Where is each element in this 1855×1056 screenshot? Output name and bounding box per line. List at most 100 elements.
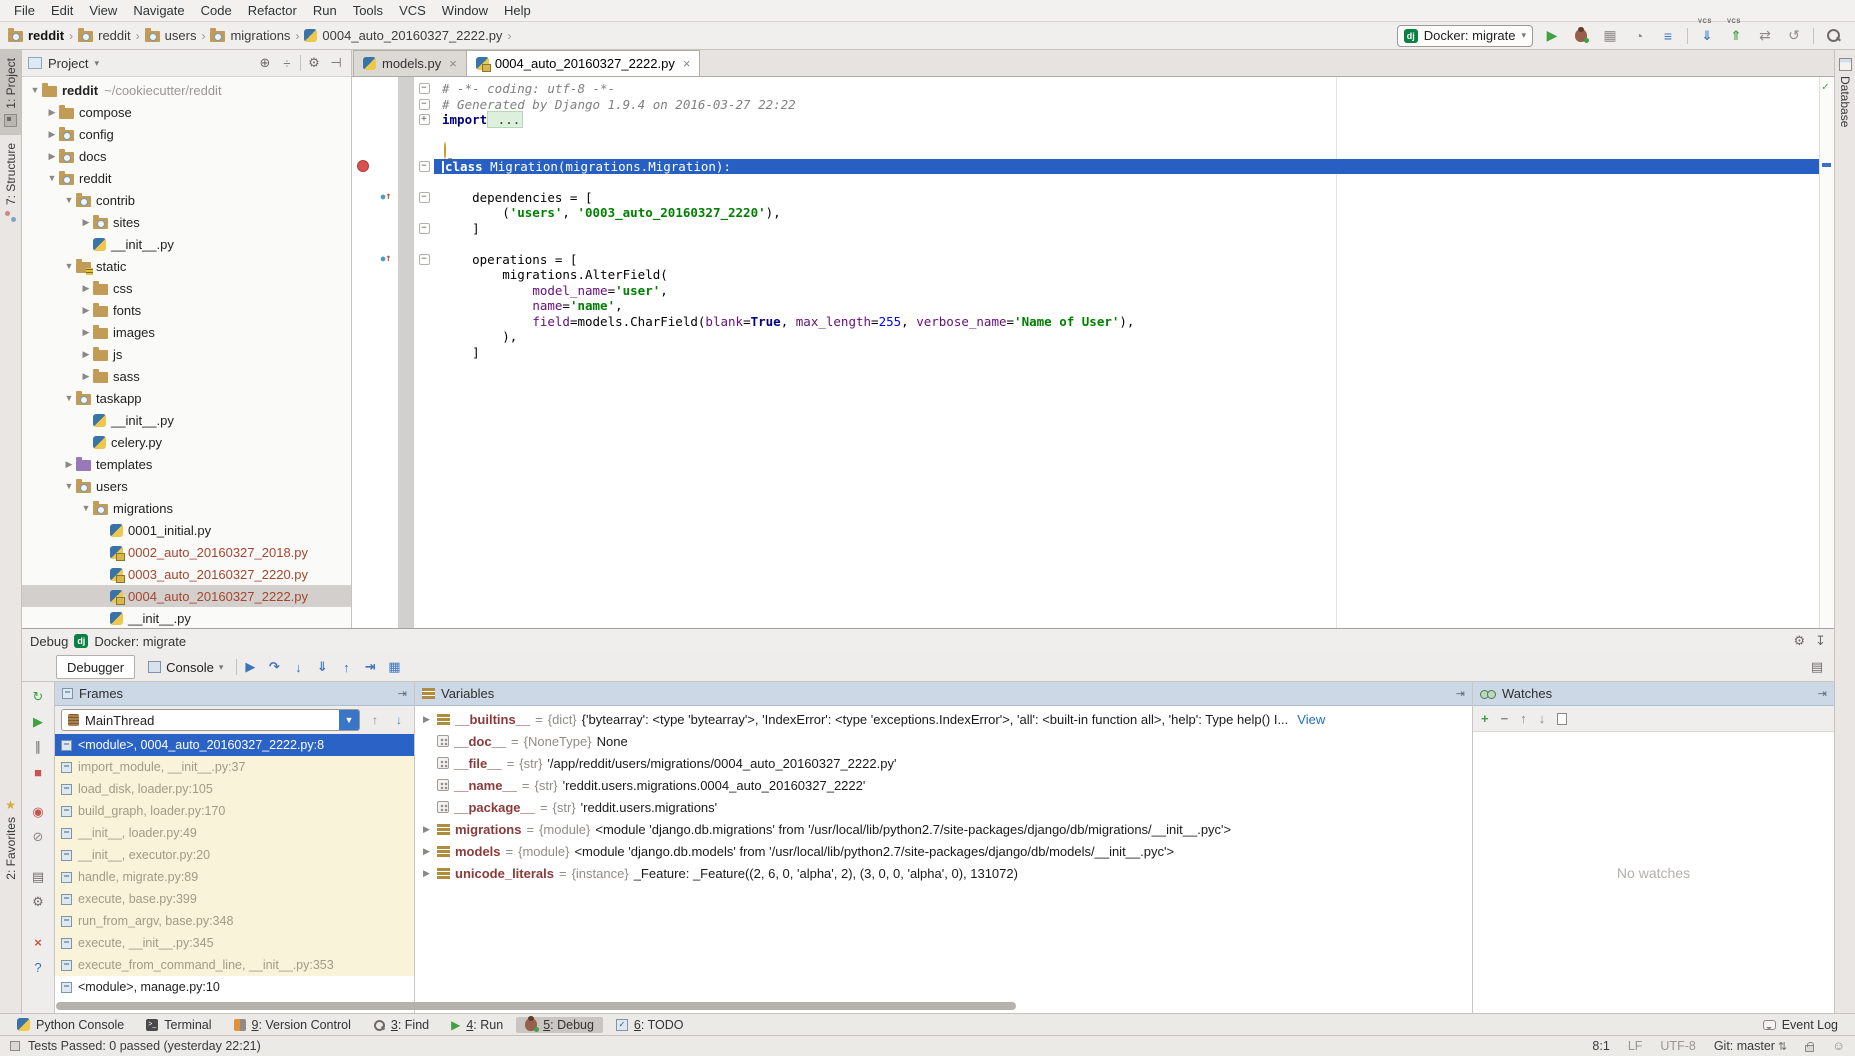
tree-item-users[interactable]: ▼users	[22, 475, 351, 497]
hide-panel-button[interactable]: ⊣	[327, 54, 345, 72]
toolwindow-button-5-debug[interactable]: 5: Debug	[516, 1017, 603, 1033]
toolwindow-button-4-run[interactable]: ▶4: Run	[442, 1017, 512, 1033]
gutter-marker-icon[interactable]: ●↑	[381, 254, 392, 264]
fold-marker[interactable]: +	[414, 112, 434, 128]
tree-item-0001-initial-py[interactable]: 0001_initial.py	[22, 519, 351, 541]
debug-tab-console[interactable]: Console▾	[137, 655, 234, 679]
tree-item-config[interactable]: ▶config	[22, 123, 351, 145]
revert-button[interactable]: ↺	[1784, 26, 1804, 46]
tree-item-static[interactable]: ▼static	[22, 255, 351, 277]
tool-stripe-structure[interactable]: 7: Structure	[0, 135, 21, 231]
menu-item-navigate[interactable]: Navigate	[125, 3, 192, 18]
variable-row[interactable]: __file__ = {str} '/app/reddit/users/migr…	[415, 752, 1472, 774]
hide-panel-button[interactable]: ↧	[1815, 633, 1826, 649]
fold-collapse-icon[interactable]: −	[419, 223, 430, 234]
tree-item-images[interactable]: ▶images	[22, 321, 351, 343]
remove-watch-button[interactable]: −	[1501, 711, 1509, 726]
variable-row[interactable]: ▶migrations = {module} <module 'django.d…	[415, 818, 1472, 840]
frame-row[interactable]: <module>, manage.py:10	[55, 976, 414, 998]
expand-icon[interactable]: ▶	[79, 349, 93, 360]
fold-collapse-icon[interactable]: −	[419, 161, 430, 172]
frame-row[interactable]: <module>, 0004_auto_20160327_2222.py:8	[55, 734, 414, 756]
tree-item-sass[interactable]: ▶sass	[22, 365, 351, 387]
frame-row[interactable]: execute, __init__.py:345	[55, 932, 414, 954]
add-watch-button[interactable]: +	[1481, 711, 1489, 726]
show-execution-point-button[interactable]: ▶	[239, 657, 261, 677]
tree-item-contrib[interactable]: ▼contrib	[22, 189, 351, 211]
expand-icon[interactable]: ▶	[45, 151, 59, 162]
menu-item-file[interactable]: File	[6, 3, 43, 18]
tree-item-0003-auto-20160327-2220-py[interactable]: 0003_auto_20160327_2220.py	[22, 563, 351, 585]
gear-icon[interactable]: ⚙	[305, 54, 323, 72]
tree-item-templates[interactable]: ▶templates	[22, 453, 351, 475]
expand-icon[interactable]: ▶	[79, 305, 93, 316]
debug-tab-debugger[interactable]: Debugger	[56, 655, 135, 679]
gutter-cell[interactable]	[352, 252, 374, 268]
collapse-icon[interactable]: ▼	[62, 393, 76, 403]
expand-icon[interactable]: ▶	[79, 283, 93, 294]
vcs-commit-button[interactable]: VCS⇑	[1726, 26, 1746, 46]
gutter-cell[interactable]	[352, 143, 374, 159]
move-down-button[interactable]: ↓	[1539, 711, 1546, 726]
gutter-cell[interactable]	[352, 298, 374, 314]
fold-marker[interactable]: −	[414, 97, 434, 113]
gutter-cell[interactable]	[352, 205, 374, 221]
caret-position[interactable]: 8:1	[1592, 1039, 1609, 1053]
editor-gutter[interactable]: ●↑●↑ −−+−−−−	[352, 77, 434, 628]
expand-icon[interactable]: ▶	[79, 217, 93, 228]
menu-item-refactor[interactable]: Refactor	[240, 3, 305, 18]
expand-icon[interactable]: ▶	[79, 371, 93, 382]
expand-icon[interactable]: ▶	[45, 107, 59, 118]
expand-icon[interactable]: ▶	[79, 327, 93, 338]
menu-item-view[interactable]: View	[81, 3, 125, 18]
menu-item-vcs[interactable]: VCS	[391, 3, 434, 18]
breadcrumb-item[interactable]: reddit	[8, 28, 64, 43]
fold-collapse-icon[interactable]: −	[419, 99, 430, 110]
close-icon[interactable]: ×	[449, 56, 457, 71]
frame-row[interactable]: __init__, loader.py:49	[55, 822, 414, 844]
breakpoint-gutter-cell[interactable]	[352, 159, 374, 175]
close-button[interactable]: ×	[28, 933, 48, 951]
view-breakpoints-button[interactable]: ◉	[28, 803, 48, 821]
intention-bulb-icon[interactable]	[444, 142, 446, 159]
variable-row[interactable]: __doc__ = {NoneType} None	[415, 730, 1472, 752]
collapse-icon[interactable]: ▼	[28, 85, 42, 95]
fold-expand-icon[interactable]: +	[419, 114, 430, 125]
help-button[interactable]: ?	[28, 958, 48, 976]
code-area[interactable]: # -*- coding: utf-8 -*-# Generated by Dj…	[434, 77, 1819, 628]
collapse-icon[interactable]: ▼	[62, 195, 76, 205]
collapse-icon[interactable]: ▼	[62, 481, 76, 491]
tree-item-js[interactable]: ▶js	[22, 343, 351, 365]
tree-item-docs[interactable]: ▶docs	[22, 145, 351, 167]
run-button[interactable]: ▶	[1542, 26, 1562, 46]
frame-row[interactable]: import_module, __init__.py:37	[55, 756, 414, 778]
tree-item-celery-py[interactable]: celery.py	[22, 431, 351, 453]
frame-row[interactable]: handle, migrate.py:89	[55, 866, 414, 888]
variable-row[interactable]: __name__ = {str} 'reddit.users.migration…	[415, 774, 1472, 796]
gutter-cell[interactable]	[352, 267, 374, 283]
tree-item-migrations[interactable]: ▼migrations	[22, 497, 351, 519]
stripe-mark[interactable]	[1822, 163, 1831, 167]
coverage-button[interactable]: ▦	[1600, 26, 1620, 46]
tree-item-taskapp[interactable]: ▼taskapp	[22, 387, 351, 409]
fold-marker[interactable]: −	[414, 81, 434, 97]
fold-marker[interactable]: −	[414, 159, 434, 175]
menu-item-help[interactable]: Help	[496, 3, 539, 18]
toolwindow-button-python-console[interactable]: Python Console	[8, 1017, 133, 1033]
expand-icon[interactable]: ▶	[421, 868, 432, 879]
layout-settings-button[interactable]: ▤	[1806, 657, 1828, 677]
gutter-marker-icon[interactable]: ●↑	[381, 192, 392, 202]
menu-item-edit[interactable]: Edit	[43, 3, 81, 18]
fold-collapse-icon[interactable]: −	[419, 192, 430, 203]
gutter-cell[interactable]	[352, 314, 374, 330]
variable-row[interactable]: ▶unicode_literals = {instance} _Feature:…	[415, 862, 1472, 884]
expand-icon[interactable]: ▶	[62, 459, 76, 470]
fold-marker[interactable]: −	[414, 221, 434, 237]
frame-row[interactable]: run_from_argv, base.py:348	[55, 910, 414, 932]
restore-layout-button[interactable]: ▤	[28, 868, 48, 886]
expand-icon[interactable]: ▶	[421, 846, 432, 857]
expand-icon[interactable]: ▶	[421, 824, 432, 835]
collapse-icon[interactable]: ▼	[79, 503, 93, 513]
gutter-cell[interactable]	[352, 97, 374, 113]
toolwindow-button-terminal[interactable]: >_Terminal	[137, 1017, 220, 1033]
